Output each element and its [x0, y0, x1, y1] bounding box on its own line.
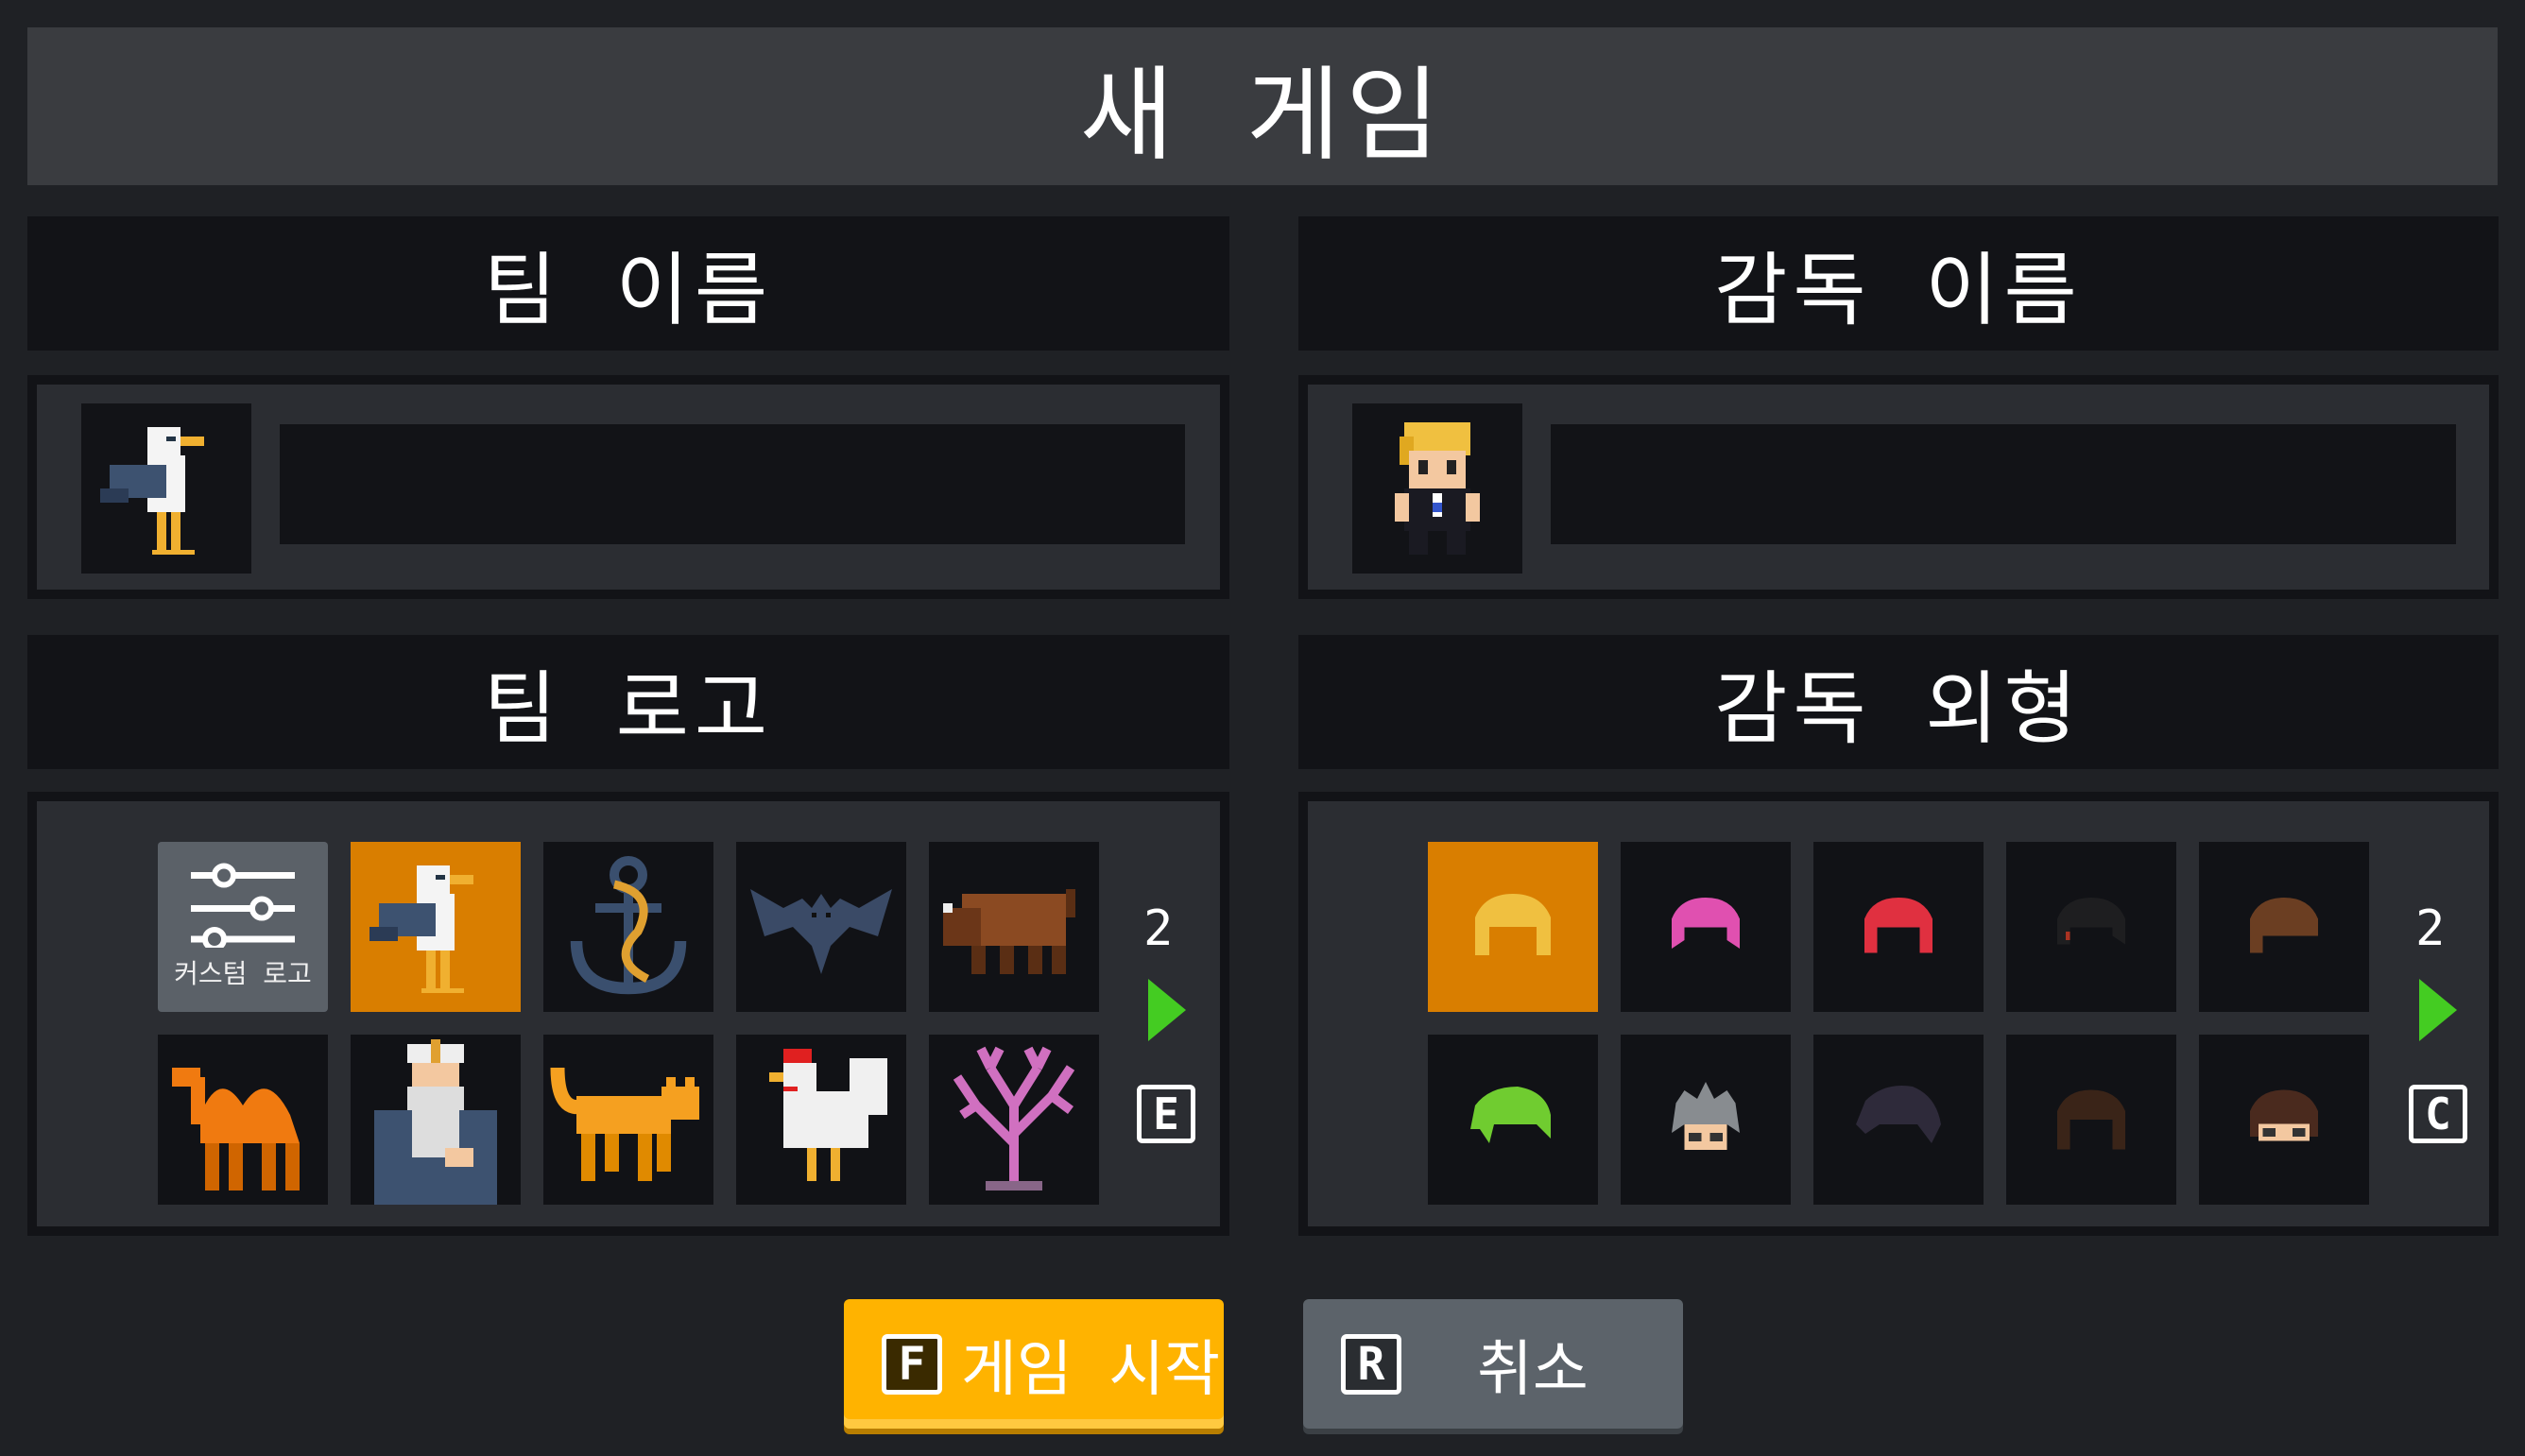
- hair-option-dark-purple[interactable]: [1813, 1035, 1984, 1205]
- seagull-icon: [100, 427, 204, 555]
- manager-name-panel: [1298, 375, 2499, 599]
- team-logo-panel: 커스텀 로고 2 E: [27, 792, 1229, 1236]
- cancel-key-hint: R: [1341, 1333, 1401, 1395]
- hair-option-red[interactable]: [1813, 842, 1984, 1012]
- camel-icon: [172, 1068, 300, 1190]
- pink-hair-icon: [1672, 897, 1740, 949]
- next-page-arrow-icon[interactable]: [2419, 979, 2457, 1041]
- start-game-button[interactable]: F 게임 시작: [844, 1299, 1224, 1429]
- manager-name-header: 감독 이름: [1298, 216, 2499, 351]
- brown-bowl-hair-icon: [2250, 1089, 2318, 1141]
- logo-option-anchor[interactable]: [543, 842, 713, 1012]
- dark-brown-hair-icon: [2057, 1089, 2125, 1150]
- blonde-hair-icon: [1475, 894, 1551, 955]
- custom-logo-label: 커스텀 로고: [174, 958, 312, 989]
- seagull-icon: [369, 865, 473, 993]
- bison-icon: [943, 889, 1075, 974]
- dark-purple-hair-icon: [1856, 1086, 1941, 1143]
- next-page-arrow-icon[interactable]: [1148, 979, 1186, 1041]
- team-logo-preview[interactable]: [81, 403, 251, 574]
- logo-option-bat[interactable]: [736, 842, 906, 1012]
- anchor-icon: [570, 856, 687, 995]
- manager-look-page-number: 2: [2415, 900, 2446, 957]
- cancel-label: 취소: [1477, 1334, 1589, 1405]
- manager-name-input[interactable]: [1551, 424, 2456, 544]
- rooster-icon: [769, 1049, 887, 1181]
- manager-look-panel: 2 C: [1298, 792, 2499, 1236]
- green-hair-icon: [1470, 1087, 1551, 1143]
- team-logo-header: 팀 로고: [27, 635, 1229, 769]
- hair-option-brown[interactable]: [2199, 842, 2369, 1012]
- manager-look-header: 감독 외형: [1298, 635, 2499, 769]
- logo-option-seagull[interactable]: [351, 842, 521, 1012]
- hair-option-dark-brown[interactable]: [2006, 1035, 2176, 1205]
- manager-avatar-preview[interactable]: [1352, 403, 1522, 574]
- logo-option-rooster[interactable]: [736, 1035, 906, 1205]
- gray-spiky-hair-icon: [1672, 1081, 1740, 1150]
- hair-option-green[interactable]: [1428, 1035, 1598, 1205]
- logo-option-cat[interactable]: [543, 1035, 713, 1205]
- next-page-key-hint: C: [2409, 1085, 2467, 1143]
- bat-icon: [750, 889, 892, 974]
- coral-icon: [953, 1046, 1075, 1190]
- red-hair-icon: [1864, 897, 1932, 952]
- black-hair-icon: [2057, 897, 2125, 944]
- logo-option-old-captain[interactable]: [351, 1035, 521, 1205]
- hair-option-pink[interactable]: [1621, 842, 1791, 1012]
- logo-option-coral[interactable]: [929, 1035, 1099, 1205]
- manager-avatar-icon: [1395, 422, 1480, 555]
- start-key-hint: F: [882, 1333, 942, 1395]
- logo-option-camel[interactable]: [158, 1035, 328, 1205]
- custom-logo-button[interactable]: 커스텀 로고: [158, 842, 328, 1012]
- hair-option-gray-spiky[interactable]: [1621, 1035, 1791, 1205]
- team-name-input[interactable]: [280, 424, 1185, 544]
- hair-option-black[interactable]: [2006, 842, 2176, 1012]
- hair-option-brown-bowl[interactable]: [2199, 1035, 2369, 1205]
- next-page-key-hint: E: [1137, 1085, 1195, 1143]
- sliders-icon: [191, 863, 295, 948]
- cancel-button[interactable]: R 취소: [1303, 1299, 1683, 1429]
- team-name-header: 팀 이름: [27, 216, 1229, 351]
- brown-hair-icon: [2250, 897, 2318, 952]
- logo-option-bison[interactable]: [929, 842, 1099, 1012]
- hair-option-blonde[interactable]: [1428, 842, 1598, 1012]
- start-game-label: 게임 시작: [961, 1334, 1221, 1405]
- cat-icon: [550, 1067, 699, 1181]
- page-title: 새 게임: [27, 27, 2498, 185]
- team-logo-page-number: 2: [1143, 900, 1174, 957]
- old-captain-icon: [374, 1039, 497, 1205]
- team-name-panel: [27, 375, 1229, 599]
